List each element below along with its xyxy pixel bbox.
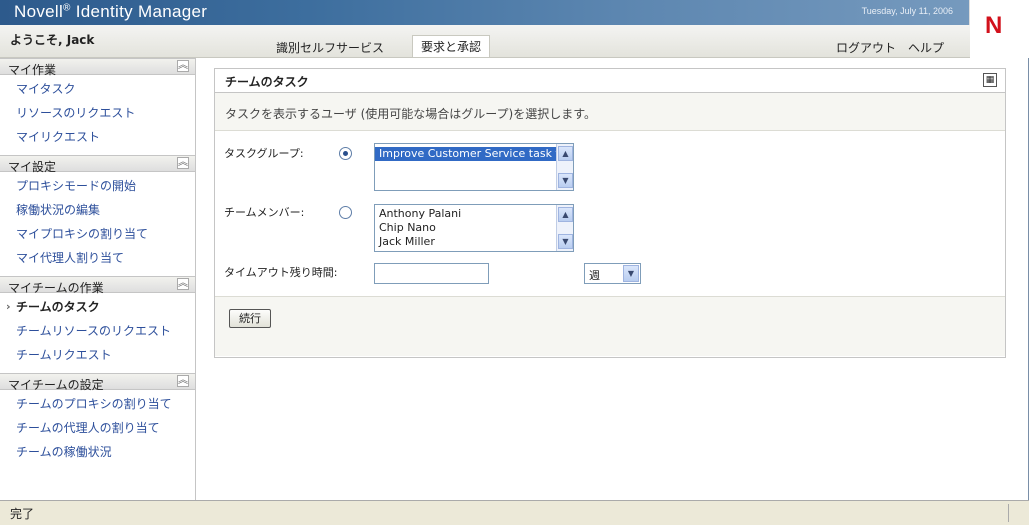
team-member-label: チームメンバー: xyxy=(224,206,305,219)
sidebar-item-proxy-assignments[interactable]: マイプロキシの割り当て xyxy=(0,222,195,246)
grid-icon[interactable]: ▦ xyxy=(983,73,997,87)
logo-letter: N xyxy=(985,12,1003,39)
task-group-radio[interactable] xyxy=(339,147,352,160)
status-bar: 完了 xyxy=(0,500,1029,525)
collapse-icon[interactable]: ︽ xyxy=(177,278,189,290)
sidebar-item-edit-availability[interactable]: 稼働状況の編集 xyxy=(0,198,195,222)
continue-button[interactable]: 続行 xyxy=(229,309,271,328)
timeout-input[interactable] xyxy=(374,263,489,284)
sidebar-item-delegate-assignments[interactable]: マイ代理人割り当て xyxy=(0,246,195,270)
sidebar-section-my-settings[interactable]: マイ設定 ︽ xyxy=(0,155,195,174)
collapse-icon[interactable]: ︽ xyxy=(177,60,189,72)
sidebar-item-my-tasks[interactable]: マイタスク xyxy=(0,77,195,101)
logout-link[interactable]: ログアウト xyxy=(830,38,902,57)
task-group-listbox[interactable]: Improve Customer Service task fo ▲ ▼ xyxy=(374,143,574,191)
instruction-text: タスクを表示するユーザ (使用可能な場合はグループ)を選択します。 xyxy=(215,93,1005,131)
team-member-radio[interactable] xyxy=(339,206,352,219)
collapse-icon[interactable]: ︽ xyxy=(177,375,189,387)
tab-requests-approvals[interactable]: 要求と承認 xyxy=(412,35,491,57)
list-item[interactable]: Jack Miller xyxy=(375,235,573,249)
brand: Novell® Identity Manager xyxy=(14,2,208,21)
sidebar-item-resource-request[interactable]: リソースのリクエスト xyxy=(0,101,195,125)
sidebar-item-team-proxy[interactable]: チームのプロキシの割り当て xyxy=(0,392,195,416)
novell-logo: N xyxy=(969,0,1029,58)
timeout-unit-select[interactable]: 週 ▼ xyxy=(584,263,641,284)
status-divider xyxy=(1008,504,1009,522)
scroll-up-icon[interactable]: ▲ xyxy=(558,146,573,161)
sidebar-item-team-requests[interactable]: チームリクエスト xyxy=(0,343,195,367)
task-group-label: タスクグループ: xyxy=(224,147,304,160)
scroll-down-icon[interactable]: ▼ xyxy=(558,234,573,249)
sidebar-section-team-settings[interactable]: マイチームの設定 ︽ xyxy=(0,373,195,392)
team-tasks-panel: チームのタスク ▦ タスクを表示するユーザ (使用可能な場合はグループ)を選択し… xyxy=(214,68,1006,358)
list-item[interactable]: Chip Nano xyxy=(375,221,573,235)
sidebar-item-my-requests[interactable]: マイリクエスト xyxy=(0,125,195,149)
header-bar: ようこそ, Jack 識別セルフサービス 要求と承認 ログアウト ヘルプ xyxy=(0,25,970,58)
scroll-up-icon[interactable]: ▲ xyxy=(558,207,573,222)
button-row: 続行 xyxy=(215,296,1005,356)
sidebar-section-team-work[interactable]: マイチームの作業 ︽ xyxy=(0,276,195,295)
sidebar-item-team-tasks[interactable]: チームのタスク xyxy=(0,295,195,319)
scrollbar[interactable]: ▲ ▼ xyxy=(556,144,573,190)
date-text: Tuesday, July 11, 2006 xyxy=(861,6,953,16)
scroll-down-icon[interactable]: ▼ xyxy=(558,173,573,188)
timeout-label: タイムアウト残り時間: xyxy=(224,266,338,279)
collapse-icon[interactable]: ︽ xyxy=(177,157,189,169)
top-banner: Novell® Identity Manager Tuesday, July 1… xyxy=(0,0,1029,25)
status-text: 完了 xyxy=(10,507,35,521)
sidebar-section-my-work[interactable]: マイ作業 ︽ xyxy=(0,58,195,77)
welcome-text: ようこそ, Jack xyxy=(10,33,95,47)
chevron-down-icon[interactable]: ▼ xyxy=(623,265,639,282)
sidebar-item-team-availability[interactable]: チームの稼働状況 xyxy=(0,440,195,464)
sidebar-item-start-proxy[interactable]: プロキシモードの開始 xyxy=(0,174,195,198)
tab-identity-self-service[interactable]: 識別セルフサービス xyxy=(270,38,390,57)
sidebar-item-team-resource-request[interactable]: チームリソースのリクエスト xyxy=(0,319,195,343)
sidebar: マイ作業 ︽ マイタスク リソースのリクエスト マイリクエスト マイ設定 ︽ プロキ… xyxy=(0,58,196,500)
help-link[interactable]: ヘルプ xyxy=(902,38,950,57)
sidebar-item-team-delegate[interactable]: チームの代理人の割り当て xyxy=(0,416,195,440)
panel-title: チームのタスク ▦ xyxy=(215,69,1005,93)
scrollbar[interactable]: ▲ ▼ xyxy=(556,205,573,251)
list-item[interactable]: Improve Customer Service task fo xyxy=(375,147,573,161)
team-member-listbox[interactable]: Anthony Palani Chip Nano Jack Miller ▲ ▼ xyxy=(374,204,574,252)
list-item[interactable]: Anthony Palani xyxy=(375,207,573,221)
